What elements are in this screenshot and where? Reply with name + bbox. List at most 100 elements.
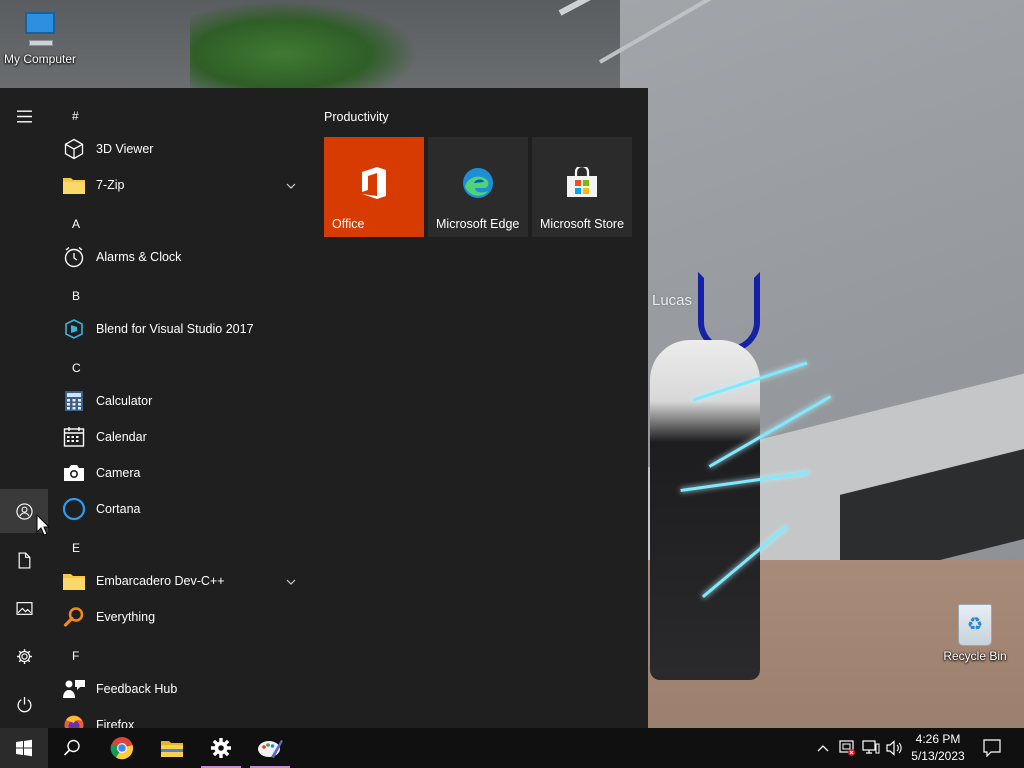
tray-network[interactable] bbox=[860, 728, 882, 768]
app-label: Feedback Hub bbox=[96, 682, 178, 696]
tray-volume[interactable] bbox=[884, 728, 906, 768]
folder-icon bbox=[62, 173, 86, 197]
wallpaper-plant bbox=[190, 0, 420, 90]
app-blend[interactable]: Blend for Visual Studio 2017 bbox=[48, 311, 310, 347]
camera-icon bbox=[62, 461, 86, 485]
clock-time: 4:26 PM bbox=[915, 732, 961, 746]
letter-header[interactable]: C bbox=[72, 361, 81, 375]
folder-icon bbox=[62, 569, 86, 593]
player-name-tag: Lucas bbox=[652, 292, 693, 309]
search-button[interactable] bbox=[48, 728, 96, 768]
tray-security[interactable] bbox=[836, 728, 858, 768]
power-button[interactable] bbox=[0, 682, 48, 726]
all-apps-list[interactable]: # 3D Viewer 7-Zip A Alarms & Clock B Ble… bbox=[48, 88, 310, 728]
gear-icon bbox=[16, 648, 32, 664]
app-label: Embarcadero Dev-C++ bbox=[96, 574, 225, 588]
start-button[interactable] bbox=[0, 728, 48, 768]
network-icon bbox=[862, 740, 880, 754]
app-feedback-hub[interactable]: Feedback Hub bbox=[48, 671, 310, 707]
pictures-button[interactable] bbox=[0, 586, 48, 630]
app-label: Calendar bbox=[96, 430, 147, 444]
folder-icon bbox=[161, 741, 183, 757]
user-icon bbox=[15, 502, 33, 520]
feedback-icon bbox=[62, 677, 86, 701]
action-center-button[interactable] bbox=[976, 728, 1008, 768]
store-icon bbox=[564, 165, 600, 201]
app-3d-viewer[interactable]: 3D Viewer bbox=[48, 131, 310, 167]
game-avatar bbox=[650, 340, 760, 680]
tile-label: Office bbox=[332, 217, 365, 231]
magnifier-icon bbox=[62, 605, 86, 629]
letter-header[interactable]: A bbox=[72, 217, 80, 231]
taskbar-file-explorer[interactable] bbox=[148, 728, 196, 768]
app-label: 7-Zip bbox=[96, 178, 125, 192]
letter-header[interactable]: # bbox=[72, 109, 79, 123]
chrome-icon bbox=[110, 737, 134, 760]
app-label: Firefox bbox=[96, 718, 135, 728]
pictures-icon bbox=[15, 601, 33, 615]
app-label: Camera bbox=[96, 466, 141, 480]
desktop-icon-my-computer[interactable]: My Computer bbox=[0, 6, 80, 66]
firefox-icon bbox=[62, 713, 86, 728]
letter-header[interactable]: B bbox=[72, 289, 80, 303]
chevron-up-icon bbox=[817, 745, 829, 752]
app-label: Cortana bbox=[96, 502, 141, 516]
cube-icon bbox=[62, 137, 86, 161]
cortana-icon bbox=[62, 497, 86, 521]
notification-icon bbox=[983, 739, 1001, 757]
desktop-icon-label: Recycle Bin bbox=[943, 649, 1007, 663]
office-icon bbox=[356, 165, 392, 201]
recycle-bin-icon bbox=[958, 604, 992, 646]
app-calculator[interactable]: Calculator bbox=[48, 383, 310, 419]
calculator-icon bbox=[62, 389, 86, 413]
desktop-icon-recycle-bin[interactable]: Recycle Bin bbox=[935, 600, 1015, 663]
calendar-icon bbox=[62, 425, 86, 449]
letter-header[interactable]: F bbox=[72, 649, 79, 663]
tile-microsoft-edge[interactable]: Microsoft Edge bbox=[428, 137, 528, 237]
document-icon bbox=[18, 551, 30, 569]
app-label: Everything bbox=[96, 610, 156, 624]
tile-group-title[interactable]: Productivity bbox=[324, 110, 389, 124]
expand-menu-button[interactable] bbox=[0, 94, 48, 138]
letter-header[interactable]: E bbox=[72, 541, 80, 555]
computer-icon bbox=[23, 10, 57, 50]
start-menu: # 3D Viewer 7-Zip A Alarms & Clock B Ble… bbox=[0, 88, 648, 728]
app-label: Blend for Visual Studio 2017 bbox=[96, 322, 254, 336]
taskbar-settings[interactable] bbox=[197, 728, 245, 768]
app-7-zip[interactable]: 7-Zip bbox=[48, 167, 310, 203]
app-camera[interactable]: Camera bbox=[48, 455, 310, 491]
app-cortana[interactable]: Cortana bbox=[48, 491, 310, 527]
search-icon bbox=[63, 739, 80, 756]
power-icon bbox=[17, 696, 31, 712]
app-everything[interactable]: Everything bbox=[48, 599, 310, 635]
taskbar-chrome[interactable] bbox=[98, 728, 146, 768]
documents-button[interactable] bbox=[0, 538, 48, 582]
security-icon bbox=[839, 740, 855, 756]
blend-icon bbox=[62, 317, 86, 341]
chevron-down-icon[interactable] bbox=[286, 178, 296, 192]
settings-button[interactable] bbox=[0, 634, 48, 678]
tile-office[interactable]: Office bbox=[324, 137, 424, 237]
app-alarms-clock[interactable]: Alarms & Clock bbox=[48, 239, 310, 275]
start-menu-rail bbox=[0, 88, 48, 728]
mouse-cursor-icon bbox=[36, 514, 50, 536]
chevron-down-icon[interactable] bbox=[286, 574, 296, 588]
paint-icon bbox=[258, 740, 283, 758]
edge-icon bbox=[460, 165, 496, 201]
app-firefox[interactable]: Firefox bbox=[48, 707, 310, 728]
tiles-area: Productivity Office Microsoft Edge Micro… bbox=[310, 88, 648, 728]
app-embarcadero-dev-cpp[interactable]: Embarcadero Dev-C++ bbox=[48, 563, 310, 599]
taskbar-clock[interactable]: 4:26 PM 5/13/2023 bbox=[906, 731, 970, 765]
app-label: Calculator bbox=[96, 394, 153, 408]
taskbar-paint[interactable] bbox=[246, 728, 294, 768]
windows-icon bbox=[16, 739, 32, 757]
hamburger-icon bbox=[16, 109, 32, 123]
show-hidden-icons-button[interactable] bbox=[812, 728, 834, 768]
volume-icon bbox=[886, 740, 902, 756]
clock-icon bbox=[62, 245, 86, 269]
tile-microsoft-store[interactable]: Microsoft Store bbox=[532, 137, 632, 237]
app-calendar[interactable]: Calendar bbox=[48, 419, 310, 455]
app-label: Alarms & Clock bbox=[96, 250, 182, 264]
taskbar: 4:26 PM 5/13/2023 bbox=[0, 728, 1024, 768]
app-label: 3D Viewer bbox=[96, 142, 154, 156]
